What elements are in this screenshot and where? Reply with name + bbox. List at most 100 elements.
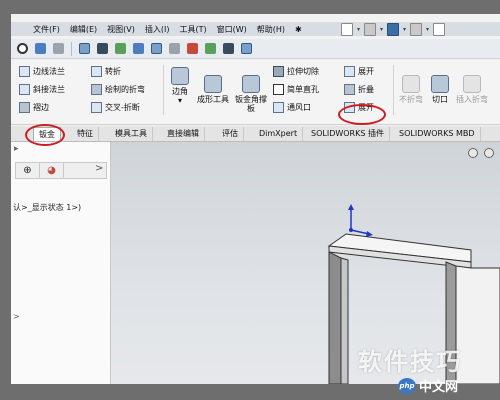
unfold-icon xyxy=(344,66,355,77)
triad-origin xyxy=(349,228,353,232)
sketched-bend-icon xyxy=(91,84,102,95)
fold-button[interactable]: 折叠 xyxy=(344,84,374,95)
cross-break-button[interactable]: 交叉-折断 xyxy=(91,102,140,113)
triad-x-arrow xyxy=(366,231,373,237)
brand-name: 中文网 xyxy=(419,380,459,395)
watermark-brand: php 中文网 xyxy=(398,376,458,395)
previous-view-icon[interactable] xyxy=(53,43,64,54)
sheet-metal-gusset-button[interactable]: 钣金角撑板 xyxy=(235,75,267,113)
view-orientation-icon[interactable] xyxy=(97,43,108,54)
appearance-pie-icon[interactable]: ◕ xyxy=(40,163,64,178)
open-icon[interactable] xyxy=(364,22,377,36)
menu-view[interactable]: 视图(V) xyxy=(107,24,135,35)
tab-solidworks-addins[interactable]: SOLIDWORKS 插件 xyxy=(306,127,390,141)
corner-dropdown-icon: ▾ xyxy=(177,96,182,105)
display-style-icon[interactable] xyxy=(115,43,126,54)
extruded-cut-icon xyxy=(273,66,284,77)
vent-button[interactable]: 通风口 xyxy=(273,102,311,113)
miter-flange-button[interactable]: 斜接法兰 xyxy=(19,84,65,95)
3d-view-icon[interactable] xyxy=(241,43,252,54)
command-tabs: 钣金 特征 模具工具 直接编辑 评估 DimXpert SOLIDWORKS 插… xyxy=(11,126,500,142)
fold-icon xyxy=(344,84,355,95)
tab-sheet-metal[interactable]: 钣金 xyxy=(33,127,61,141)
forming-tool-button[interactable]: 成形工具 xyxy=(197,75,229,104)
appearance-icon[interactable] xyxy=(187,43,198,54)
tab-features[interactable]: 特征 xyxy=(72,127,99,141)
feature-manager-panel: ▸ ⊕ ◕ > 认>_显示状态 1>) > xyxy=(11,142,111,384)
gusset-icon xyxy=(242,75,260,93)
menu-bar: 文件(F) 编辑(E) 视图(V) 插入(I) 工具(T) 窗口(W) 帮助(H… xyxy=(33,22,302,36)
feature-tree-item[interactable]: 认>_显示状态 1>) xyxy=(13,202,81,213)
zoom-icon[interactable] xyxy=(17,43,28,54)
menu-edit[interactable]: 编辑(E) xyxy=(70,24,97,35)
simple-hole-button[interactable]: 简单直孔 xyxy=(273,84,319,95)
tab-solidworks-mbd[interactable]: SOLIDWORKS MBD xyxy=(394,127,481,141)
pin-icon[interactable]: ✱ xyxy=(295,25,302,34)
jog-icon xyxy=(91,66,102,77)
eye-icon[interactable] xyxy=(169,43,180,54)
section-view-icon[interactable] xyxy=(79,43,90,54)
open-dropdown-icon[interactable]: ▾ xyxy=(380,26,383,33)
tab-evaluate[interactable]: 评估 xyxy=(217,127,244,141)
menu-window[interactable]: 窗口(W) xyxy=(217,24,247,35)
model-left-wall-inner xyxy=(340,257,349,384)
rip-icon xyxy=(431,75,449,93)
toolbar-separator xyxy=(71,41,72,56)
view-toolbar xyxy=(11,39,500,59)
save-icon[interactable] xyxy=(387,22,400,36)
forming-tool-icon xyxy=(204,75,222,93)
no-bends-button[interactable]: 不折弯 xyxy=(397,75,425,104)
triad-x-axis xyxy=(350,229,370,235)
edge-flange-icon xyxy=(19,66,30,77)
jog-button[interactable]: 转折 xyxy=(91,66,121,77)
solidworks-window: 文件(F) 编辑(E) 视图(V) 插入(I) 工具(T) 窗口(W) 帮助(H… xyxy=(11,14,500,384)
hem-button[interactable]: 褶边 xyxy=(19,102,49,113)
php-logo: php xyxy=(398,377,416,394)
scene-icon[interactable] xyxy=(205,43,216,54)
insert-bends-button[interactable]: 插入折弯 xyxy=(455,75,489,104)
zoom-area-icon[interactable] xyxy=(35,43,46,54)
vent-icon xyxy=(273,102,284,113)
flatten-button[interactable]: 展开 xyxy=(344,102,374,113)
menu-file[interactable]: 文件(F) xyxy=(33,24,60,35)
cross-break-icon xyxy=(91,102,102,113)
hide-show-icon[interactable] xyxy=(133,43,144,54)
watermark-text: 软件技巧 xyxy=(358,348,462,376)
monitor-icon[interactable] xyxy=(223,43,234,54)
tab-dimxpert[interactable]: DimXpert xyxy=(254,127,304,141)
view-cube-icon[interactable] xyxy=(151,43,162,54)
edge-flange-button[interactable]: 边线法兰 xyxy=(19,66,65,77)
corner-button[interactable]: 边角 ▾ xyxy=(168,67,192,105)
tab-direct-editing[interactable]: 直接编辑 xyxy=(162,127,205,141)
panel-expand-icon[interactable]: ▸ xyxy=(14,144,19,154)
panel-tabs: ⊕ ◕ xyxy=(15,162,107,179)
menu-tools[interactable]: 工具(T) xyxy=(179,24,206,35)
standard-toolbar: ▾ ▾ ▾ ▾ xyxy=(341,20,446,38)
crosshair-icon[interactable]: ⊕ xyxy=(16,163,40,178)
extruded-cut-button[interactable]: 拉伸切除 xyxy=(273,66,319,77)
ribbon-separator xyxy=(393,65,394,115)
undo-icon[interactable] xyxy=(433,22,446,36)
model-right-wall-face xyxy=(455,265,500,384)
panel-tabs-chevron[interactable]: > xyxy=(95,163,103,174)
rip-button[interactable]: 切口 xyxy=(429,75,451,104)
corner-icon xyxy=(171,67,189,85)
miter-flange-icon xyxy=(19,84,30,95)
command-manager: 边线法兰 斜接法兰 褶边 转折 绘制的折弯 交叉-折断 边角 ▾ 成形工具 钣金… xyxy=(11,61,500,125)
print-icon[interactable] xyxy=(410,22,423,36)
menu-help[interactable]: 帮助(H) xyxy=(257,24,285,35)
insert-bends-icon xyxy=(463,75,481,93)
unfold-button[interactable]: 展开 xyxy=(344,66,374,77)
sketched-bend-button[interactable]: 绘制的折弯 xyxy=(91,84,145,95)
tab-mold-tools[interactable]: 模具工具 xyxy=(110,127,153,141)
save-dropdown-icon[interactable]: ▾ xyxy=(403,26,406,33)
new-dropdown-icon[interactable]: ▾ xyxy=(357,26,360,33)
menu-insert[interactable]: 插入(I) xyxy=(145,24,170,35)
flatten-icon xyxy=(344,102,355,113)
ribbon-separator xyxy=(163,65,164,115)
triad-y-arrow xyxy=(348,204,354,210)
print-dropdown-icon[interactable]: ▾ xyxy=(426,26,429,33)
collapse-arrow[interactable]: > xyxy=(13,312,20,321)
hem-icon xyxy=(19,102,30,113)
new-document-icon[interactable] xyxy=(341,22,353,36)
